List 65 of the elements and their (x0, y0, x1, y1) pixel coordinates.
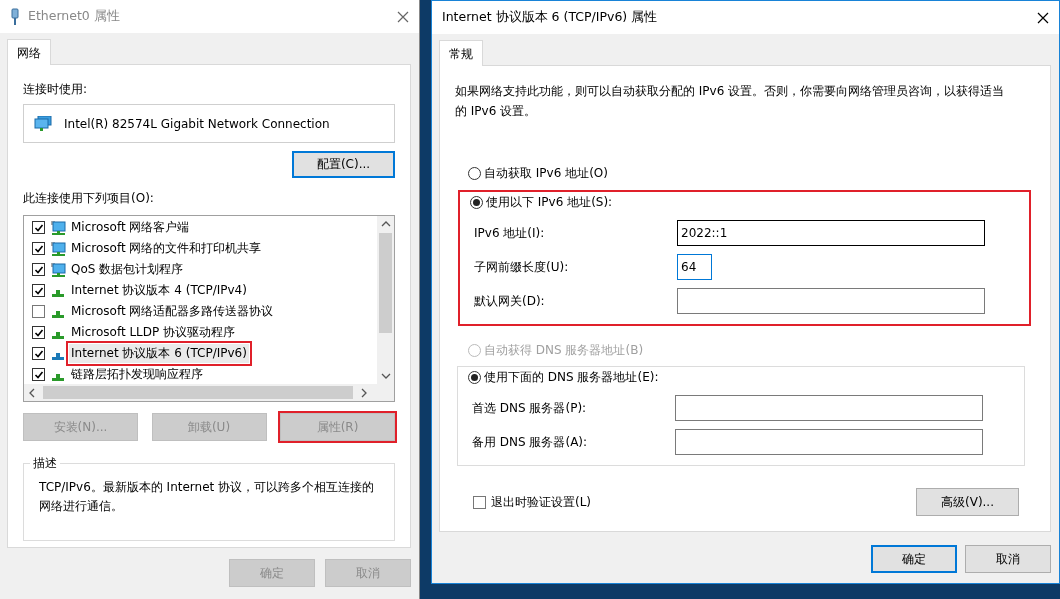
radio-button[interactable] (468, 370, 481, 384)
checkbox[interactable] (32, 284, 45, 297)
field-label: 子网前缀长度(U): (473, 258, 570, 276)
protocol-icon (52, 290, 64, 297)
scroll-right-icon[interactable] (361, 387, 367, 398)
radio-label[interactable]: 使用以下 IPv6 地址(S): (486, 193, 613, 211)
checkbox[interactable] (32, 305, 45, 318)
network-service-icon (50, 240, 66, 257)
scroll-down-icon[interactable] (380, 373, 391, 379)
checkbox[interactable] (32, 347, 45, 360)
configure-button[interactable]: 配置(C)... (292, 151, 395, 178)
radio-button[interactable] (468, 166, 481, 180)
checkbox[interactable] (473, 495, 486, 509)
list-item[interactable]: Microsoft 网络适配器多路传送器协议 (69, 302, 276, 321)
field-label: IPv6 地址(I): (473, 224, 546, 242)
field-label: 首选 DNS 服务器(P): (471, 399, 588, 417)
section-label: 此连接使用下列项目(O): (23, 190, 155, 207)
input-field[interactable] (675, 429, 983, 455)
checkbox[interactable] (32, 263, 45, 276)
advanced-button[interactable]: 高级(V)... (916, 488, 1019, 516)
checkbox[interactable] (32, 326, 45, 339)
protocol-icon (52, 332, 64, 339)
list-item[interactable]: Microsoft 网络的文件和打印机共享 (69, 239, 264, 258)
list-item[interactable]: QoS 数据包计划程序 (69, 260, 186, 279)
tab[interactable]: 网络 (7, 39, 51, 65)
scroll-left-icon[interactable] (29, 387, 35, 398)
dialog-button[interactable]: 取消 (965, 545, 1051, 573)
window-title: Ethernet0 属性 (28, 8, 121, 25)
list-item[interactable]: Microsoft LLDP 协议驱动程序 (69, 323, 238, 342)
scroll-up-icon[interactable] (380, 221, 391, 227)
intro-text: 如果网络支持此功能，则可以自动获取分配的 IPv6 设置。否则，你需要向网络管理员咨询，以获得适当的 IPv6 设置。 (455, 83, 1006, 120)
radio-label[interactable]: 使用下面的 DNS 服务器地址(E): (484, 368, 659, 386)
input-field[interactable] (675, 395, 983, 421)
input-field[interactable]: 64 (677, 254, 712, 280)
radio-button[interactable] (470, 195, 483, 209)
input-field[interactable] (677, 288, 985, 314)
network-cable-icon (10, 7, 20, 26)
tab[interactable]: 常规 (439, 40, 483, 66)
checkbox[interactable] (32, 368, 45, 381)
list-item[interactable]: Internet 协议版本 6 (TCP/IPv6) (69, 344, 249, 363)
network-service-icon (50, 219, 66, 236)
list-item[interactable]: Microsoft 网络客户端 (69, 218, 192, 237)
close-icon[interactable] (1037, 11, 1049, 24)
protocol-icon (52, 311, 64, 318)
input-field[interactable]: 2022::1 (677, 220, 985, 246)
description-text: TCP/IPv6。最新版本的 Internet 协议，可以跨多个相互连接的网络进行通信。 (39, 479, 376, 515)
horizontal-scrollbar[interactable] (24, 384, 394, 401)
list-item[interactable]: 链路层拓扑发现响应程序 (69, 365, 205, 384)
section-label: 连接时使用: (23, 81, 89, 98)
radio-label[interactable]: 自动获取 IPv6 地址(O) (484, 164, 608, 182)
protocol-icon (52, 353, 64, 360)
list-item[interactable]: Internet 协议版本 4 (TCP/IPv4) (69, 281, 249, 300)
group-title: 描述 (30, 455, 60, 472)
adapter-name: Intel(R) 82574L Gigabit Network Connection (64, 116, 330, 131)
protocol-icon (52, 374, 64, 381)
dialog-button[interactable]: 确定 (871, 545, 957, 573)
network-service-icon (50, 261, 66, 278)
vertical-scrollbar[interactable] (377, 216, 394, 384)
checkbox[interactable] (32, 221, 45, 234)
checkbox-label[interactable]: 退出时验证设置(L) (491, 493, 592, 511)
network-adapter-icon (34, 115, 52, 132)
window-title: Internet 协议版本 6 (TCP/IPv6) 属性 (442, 9, 659, 26)
field-label: 备用 DNS 服务器(A): (471, 433, 589, 451)
field-label: 默认网关(D): (473, 292, 546, 310)
checkbox[interactable] (32, 242, 45, 255)
